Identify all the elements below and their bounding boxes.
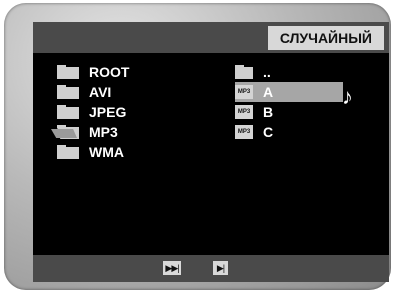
file-label: A (263, 84, 274, 100)
folder-label: AVI (89, 84, 112, 100)
mp3-file-icon: MP3 (235, 125, 253, 139)
file-item-a[interactable]: MP3 A (235, 82, 343, 102)
folder-item-wma[interactable]: WMA (57, 142, 207, 162)
header-bar: СЛУЧАЙНЫЙ (33, 22, 389, 53)
folder-icon (57, 85, 79, 99)
playback-mode-label[interactable]: СЛУЧАЙНЫЙ (267, 26, 384, 50)
player-screen: СЛУЧАЙНЫЙ ROOT AVI JPEG MP3 WMA .. MP3 A… (33, 22, 389, 282)
folder-label: WMA (89, 144, 124, 160)
folder-item-jpeg[interactable]: JPEG (57, 102, 207, 122)
folder-label: JPEG (89, 104, 127, 120)
folder-item-root[interactable]: ROOT (57, 62, 207, 82)
file-label: C (263, 124, 274, 140)
file-item-b[interactable]: MP3 B (235, 102, 345, 122)
file-label: B (263, 104, 274, 120)
folder-item-avi[interactable]: AVI (57, 82, 207, 102)
parent-folder-item[interactable]: .. (235, 62, 345, 82)
folder-item-mp3[interactable]: MP3 (51, 122, 207, 142)
control-bar: ▶▶| ▶| (33, 255, 389, 282)
skip-forward-button[interactable]: ▶▶| (163, 261, 181, 275)
folder-icon (235, 65, 253, 79)
file-list: .. MP3 A MP3 B MP3 C (235, 62, 345, 142)
file-label: .. (263, 64, 271, 80)
music-note-icon: ♪ (342, 84, 353, 109)
folder-icon (57, 145, 79, 159)
folder-label: MP3 (89, 124, 118, 140)
folder-list: ROOT AVI JPEG MP3 WMA (51, 62, 207, 162)
mp3-file-icon: MP3 (235, 105, 253, 119)
folder-icon (57, 105, 79, 119)
folder-icon (57, 65, 79, 79)
file-item-c[interactable]: MP3 C (235, 122, 345, 142)
mp3-file-icon: MP3 (235, 85, 253, 99)
open-folder-icon (51, 125, 79, 139)
folder-label: ROOT (89, 64, 130, 80)
play-pause-button[interactable]: ▶| (213, 261, 228, 275)
